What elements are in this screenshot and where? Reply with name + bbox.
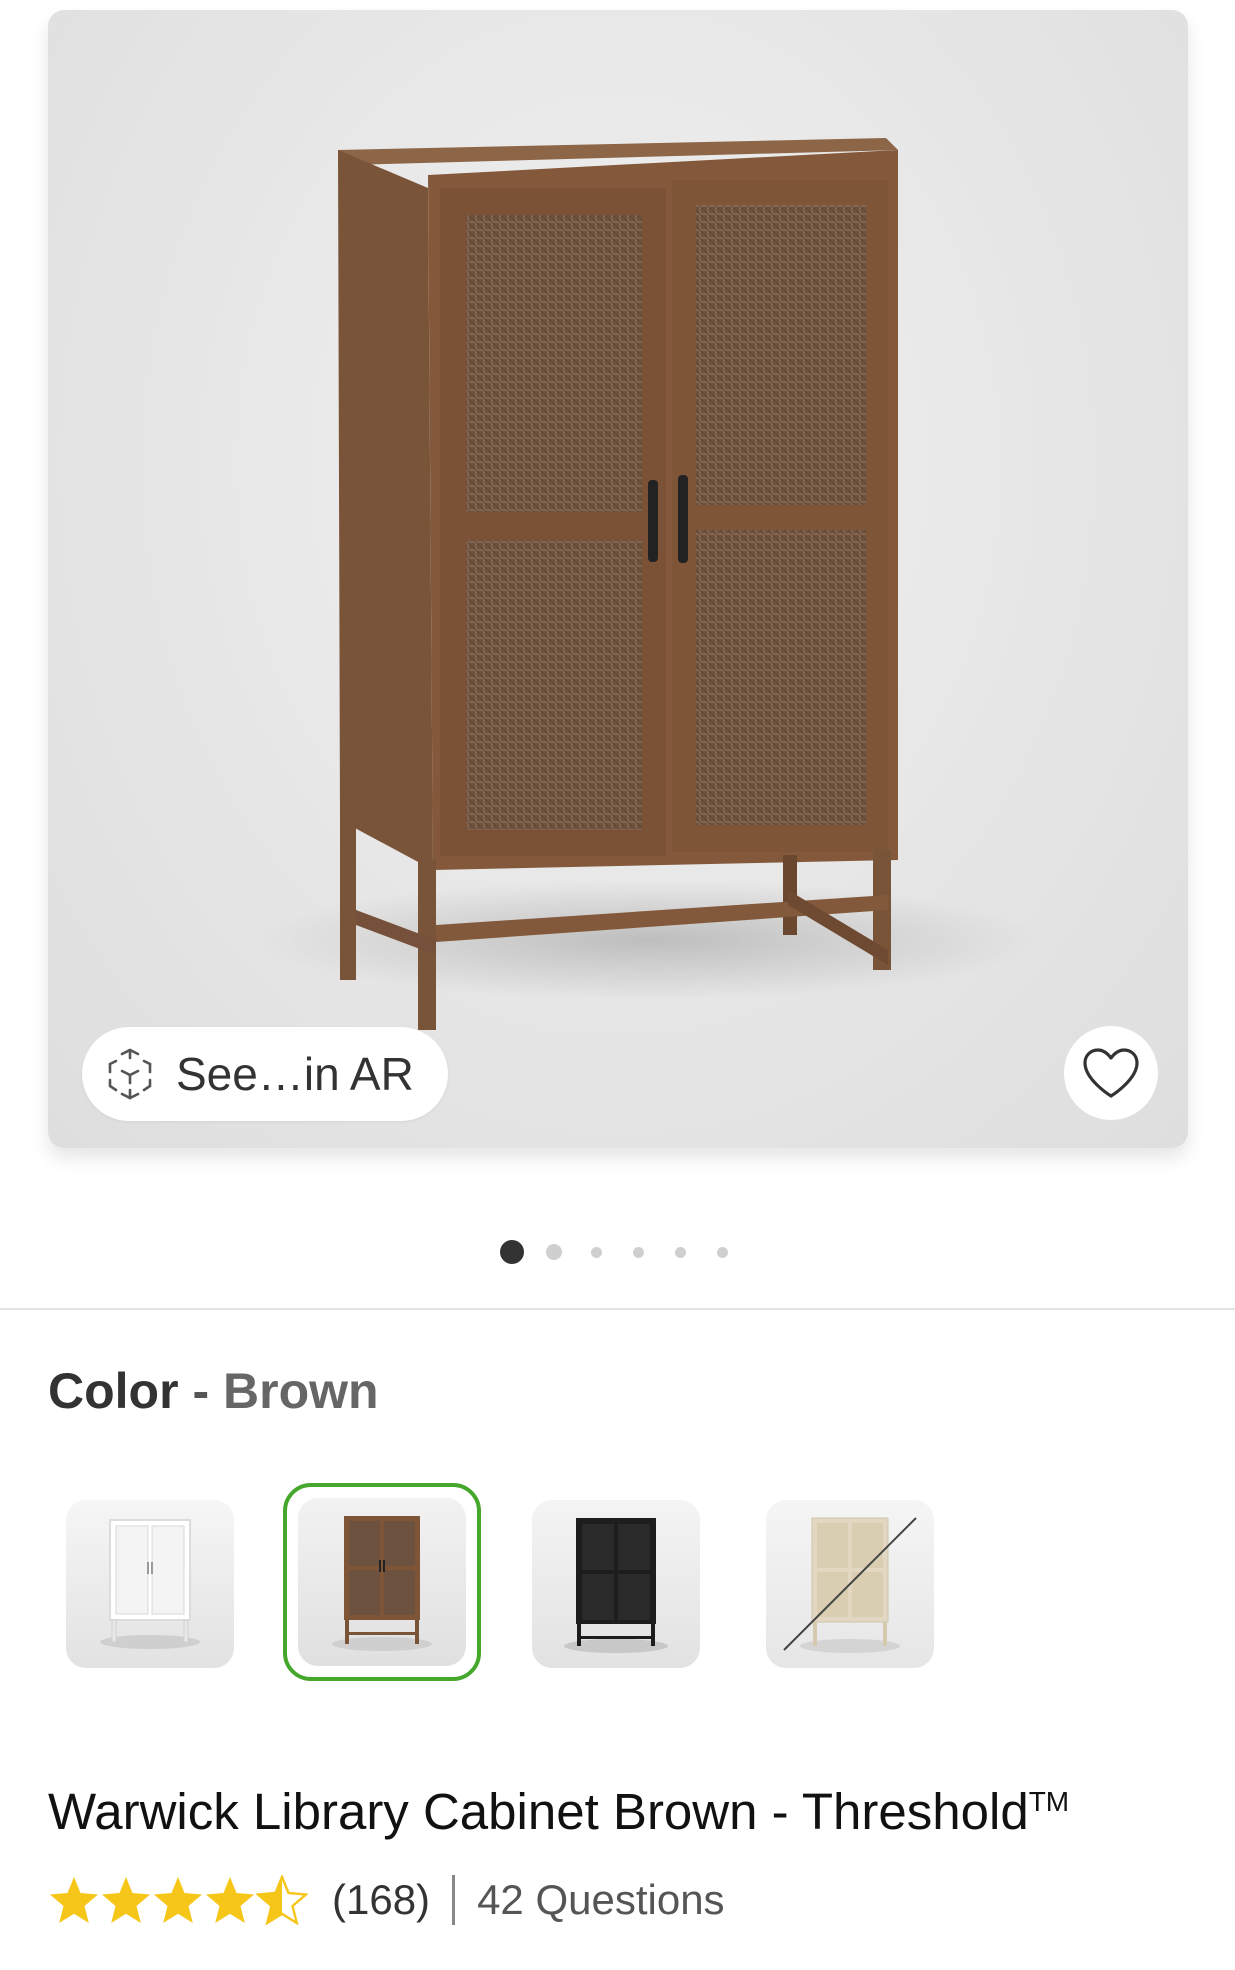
ar-cube-icon <box>108 1048 152 1100</box>
carousel-pagination[interactable] <box>0 1238 1235 1268</box>
natural-cabinet-thumbnail <box>783 1517 917 1653</box>
favorite-button[interactable] <box>1064 1026 1158 1120</box>
carousel-dot[interactable] <box>546 1244 562 1260</box>
white-cabinet-thumbnail <box>100 1519 200 1649</box>
see-in-ar-button[interactable]: See…in AR <box>82 1027 448 1121</box>
carousel-dot[interactable] <box>591 1247 602 1258</box>
carousel-dot[interactable] <box>633 1247 644 1258</box>
star-full-icon <box>50 1877 98 1923</box>
see-in-ar-label: See…in AR <box>176 1048 414 1100</box>
brown-cabinet-thumbnail <box>332 1516 432 1651</box>
carousel-dot-active[interactable] <box>500 1240 524 1264</box>
color-swatch-black[interactable] <box>532 1500 700 1668</box>
selected-color-value: Brown <box>223 1363 379 1419</box>
color-swatch-brown[interactable] <box>298 1498 466 1666</box>
color-heading: Color - Brown <box>48 1362 379 1420</box>
heart-outline-icon <box>1083 1048 1139 1098</box>
product-title: Warwick Library Cabinet Brown - Threshol… <box>48 1782 1069 1841</box>
color-swatch-natural-unavailable[interactable] <box>766 1500 934 1668</box>
questions-link[interactable]: 42 Questions <box>477 1876 725 1924</box>
carousel-dot[interactable] <box>675 1247 686 1258</box>
product-image-card[interactable]: See…in AR <box>48 10 1188 1148</box>
carousel-dot[interactable] <box>717 1247 728 1258</box>
star-full-icon <box>206 1877 254 1923</box>
product-image <box>258 138 1038 1030</box>
trademark-symbol: TM <box>1028 1786 1070 1817</box>
star-full-icon <box>154 1877 202 1923</box>
section-divider <box>0 1308 1235 1310</box>
product-title-text: Warwick Library Cabinet Brown - Threshol… <box>48 1783 1029 1840</box>
color-swatch-white[interactable] <box>66 1500 234 1668</box>
black-cabinet-thumbnail <box>564 1518 668 1653</box>
star-half-icon <box>256 1875 308 1925</box>
star-full-icon <box>102 1877 150 1923</box>
rating-divider <box>452 1875 456 1925</box>
color-label: Color <box>48 1363 179 1419</box>
color-separator: - <box>192 1363 210 1419</box>
rating-row[interactable]: (168) 42 Questions <box>48 1870 725 1930</box>
star-rating[interactable] <box>48 1875 308 1925</box>
review-count-link[interactable]: (168) <box>332 1876 430 1924</box>
